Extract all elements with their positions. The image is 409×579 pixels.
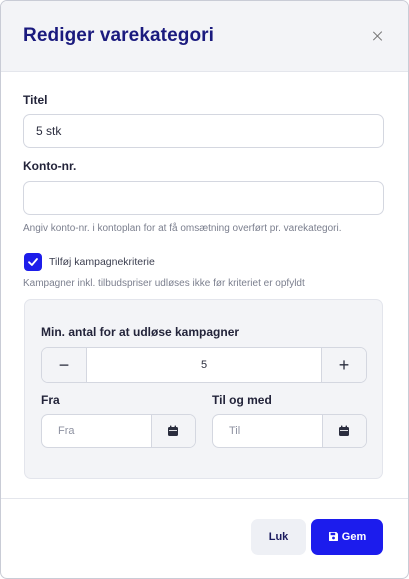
increment-button[interactable]: + — [321, 348, 366, 382]
calendar-icon — [168, 425, 178, 436]
min-quantity-stepper: − + — [41, 347, 367, 383]
footer-divider — [1, 498, 408, 499]
to-calendar-button[interactable] — [322, 415, 366, 447]
to-label: Til og med — [212, 393, 272, 407]
save-button-label: Gem — [341, 531, 367, 543]
edit-category-dialog: Rediger varekategori Titel Konto-nr. Ang… — [0, 0, 409, 579]
close-button[interactable]: Luk — [251, 519, 306, 555]
dialog-header: Rediger varekategori — [1, 1, 408, 72]
close-icon[interactable] — [371, 29, 385, 43]
save-button[interactable]: Gem — [311, 519, 383, 555]
decrement-button[interactable]: − — [42, 348, 87, 382]
account-label: Konto-nr. — [23, 159, 77, 173]
to-date-field — [212, 414, 367, 448]
account-input[interactable] — [23, 181, 384, 215]
from-date-field — [41, 414, 196, 448]
close-button-label: Luk — [268, 531, 289, 543]
min-quantity-label: Min. antal for at udløse kampagner — [41, 325, 240, 339]
dialog-title: Rediger varekategori — [23, 25, 215, 46]
to-date-input[interactable] — [213, 415, 323, 447]
campaign-hint: Kampagner inkl. tilbudspriser udløses ik… — [23, 278, 305, 289]
from-calendar-button[interactable] — [151, 415, 195, 447]
campaign-checkbox-label[interactable]: Tilføj kampagnekriterie — [49, 256, 155, 268]
title-label: Titel — [23, 93, 48, 107]
min-quantity-input[interactable] — [87, 348, 321, 382]
checkmark-icon — [28, 258, 38, 266]
title-input[interactable] — [23, 114, 384, 148]
calendar-icon — [339, 425, 349, 436]
from-label: Fra — [41, 393, 60, 407]
campaign-checkbox[interactable] — [24, 253, 42, 271]
account-hint: Angiv konto-nr. i kontoplan for at få om… — [23, 223, 342, 234]
save-icon — [328, 532, 338, 541]
from-date-input[interactable] — [42, 415, 152, 447]
